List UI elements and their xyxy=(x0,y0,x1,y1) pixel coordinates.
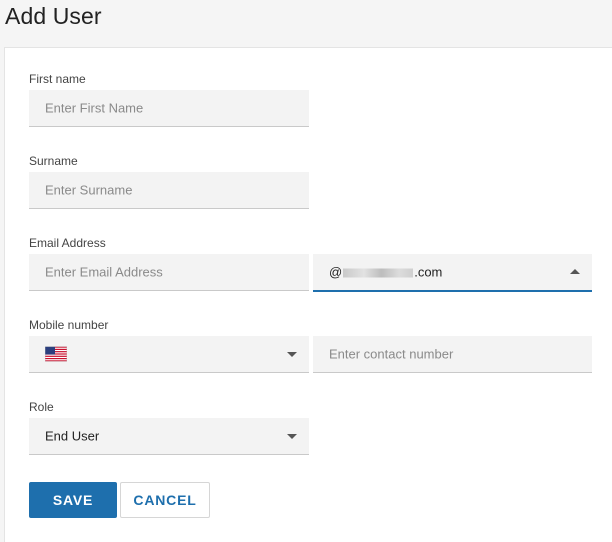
page-title: Add User xyxy=(5,3,102,29)
first-name-placeholder: Enter First Name xyxy=(45,100,144,116)
country-code-select[interactable] xyxy=(29,336,309,373)
email-domain-suffix: .com xyxy=(414,264,443,280)
role-label: Role xyxy=(29,400,54,414)
surname-placeholder: Enter Surname xyxy=(45,182,133,198)
email-placeholder: Enter Email Address xyxy=(45,264,163,280)
contact-number-placeholder: Enter contact number xyxy=(329,346,454,362)
contact-number-field[interactable]: Enter contact number xyxy=(313,336,592,373)
chevron-up-icon xyxy=(570,269,580,274)
email-domain-value: @ .com xyxy=(329,265,442,280)
cancel-button[interactable]: CANCEL xyxy=(120,482,210,518)
redacted-domain xyxy=(343,268,414,278)
mobile-label: Mobile number xyxy=(29,318,109,332)
first-name-field[interactable]: Enter First Name xyxy=(29,90,309,127)
page-header: Add User xyxy=(0,0,612,48)
role-value: End User xyxy=(45,428,100,444)
first-name-label: First name xyxy=(29,72,86,86)
surname-label: Surname xyxy=(29,154,78,168)
chevron-down-icon xyxy=(287,434,297,439)
email-field[interactable]: Enter Email Address xyxy=(29,254,309,291)
save-button[interactable]: SAVE xyxy=(29,482,117,518)
surname-field[interactable]: Enter Surname xyxy=(29,172,309,209)
chevron-down-icon xyxy=(287,352,297,357)
role-select[interactable]: End User xyxy=(29,418,309,455)
email-domain-select[interactable]: @ .com xyxy=(313,254,592,292)
email-label: Email Address xyxy=(29,236,106,250)
us-flag-icon xyxy=(45,346,67,362)
email-domain-prefix: @ xyxy=(329,264,343,280)
